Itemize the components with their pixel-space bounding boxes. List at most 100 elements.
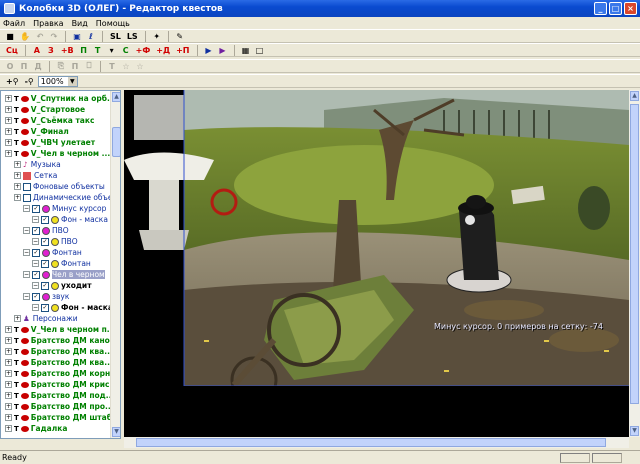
visible-checkbox[interactable]: ✓ [41, 259, 49, 268]
expand-icon[interactable]: + [14, 183, 21, 190]
italic-icon[interactable]: ℓ [85, 30, 97, 42]
tree-item[interactable]: + T Братство ДМ штаб [5, 412, 112, 423]
expand-icon[interactable]: + [5, 117, 12, 124]
expand-icon[interactable]: + [5, 359, 12, 366]
collapse-icon[interactable]: − [32, 216, 39, 223]
tree-item[interactable]: + T Гадалка [5, 423, 67, 434]
tree-item[interactable]: + T Братство ДМ кано... [5, 335, 118, 346]
collapse-icon[interactable]: − [32, 260, 39, 267]
tree-item[interactable]: + T Братство ДМ крис... [5, 379, 118, 390]
t2-button[interactable]: Т [106, 60, 118, 72]
scroll-up-icon[interactable]: ▲ [112, 92, 120, 102]
add-d-button[interactable]: +Д [154, 44, 172, 56]
tree-item[interactable]: + T V_ЧВЧ улетает [5, 137, 95, 148]
add-f-button[interactable]: +Ф [134, 44, 153, 56]
d-button[interactable]: Д [32, 60, 44, 72]
c-button[interactable]: С [120, 44, 132, 56]
p-button[interactable]: П [78, 44, 90, 56]
tree-item[interactable]: + T V_Чел в черном п... [5, 324, 115, 335]
collapse-icon[interactable]: − [32, 282, 39, 289]
tree-item[interactable]: + Динамические объе... [14, 192, 120, 203]
visible-checkbox[interactable]: ✓ [32, 270, 40, 279]
collapse-icon[interactable]: − [23, 249, 30, 256]
tree-item[interactable]: + T Братство ДМ ква... [5, 357, 113, 368]
grid-icon[interactable]: ▦ [240, 44, 252, 56]
tree-item[interactable]: − ✓ Фон - маска [32, 214, 108, 225]
expand-icon[interactable]: + [5, 414, 12, 421]
p2-button[interactable]: П [69, 60, 81, 72]
add-v-button[interactable]: +В [59, 44, 76, 56]
scroll-thumb[interactable] [136, 438, 606, 447]
expand-icon[interactable]: + [5, 425, 12, 432]
ls-button[interactable]: LS [125, 30, 140, 42]
undo-icon[interactable]: ↶ [34, 30, 46, 42]
tree-item[interactable]: + T Братство ДМ корн... [5, 368, 119, 379]
collapse-icon[interactable]: − [32, 238, 39, 245]
tree-item[interactable]: + T Братство ДМ про... [5, 401, 114, 412]
tree-item[interactable]: − ✓ ПВО [23, 225, 69, 236]
play-alt-icon[interactable]: ▶ [217, 44, 229, 56]
tree-item[interactable]: − ✓ Минус курсор [23, 203, 106, 214]
paste-icon[interactable]: ⎕ [83, 60, 95, 72]
collapse-icon[interactable]: − [23, 227, 30, 234]
visible-checkbox[interactable]: ✓ [32, 226, 40, 235]
tree-item[interactable]: + T V_Стартовое [5, 104, 85, 115]
collapse-icon[interactable]: − [23, 293, 30, 300]
copy-icon[interactable]: ⎘ [55, 60, 67, 72]
expand-icon[interactable]: + [5, 403, 12, 410]
scene-tree[interactable]: + T V_Спутник на орб... + T V_Стартовое + T V_Съ… [0, 90, 121, 439]
dropdown-arrow-icon[interactable]: ▾ [106, 44, 118, 56]
expand-icon[interactable]: + [5, 95, 12, 102]
expand-icon[interactable]: + [5, 128, 12, 135]
collapse-icon[interactable]: − [23, 271, 30, 278]
expand-icon[interactable]: + [5, 106, 12, 113]
visible-checkbox[interactable]: ✓ [41, 237, 49, 246]
tree-item[interactable]: − ✓ звук [23, 291, 69, 302]
menu-view[interactable]: Вид [72, 19, 88, 28]
expand-icon[interactable]: + [14, 161, 21, 168]
tree-item[interactable]: + T V_Съёмка такс [5, 115, 94, 126]
visible-checkbox[interactable]: ✓ [32, 204, 40, 213]
tree-item[interactable]: − ✓ Фонтан [23, 247, 82, 258]
scene-render[interactable] [124, 90, 629, 437]
t-button[interactable]: Т [92, 44, 104, 56]
expand-icon[interactable]: + [5, 139, 12, 146]
tree-scrollbar[interactable]: ▲ ▼ [110, 91, 120, 438]
z-button[interactable]: З [45, 44, 57, 56]
scene-viewport[interactable]: Минус курсор. 0 примеров на сетку: -74 [124, 90, 629, 437]
expand-icon[interactable]: + [5, 337, 12, 344]
expand-icon[interactable]: + [5, 392, 12, 399]
redo-icon[interactable]: ↷ [48, 30, 60, 42]
maximize-button[interactable]: □ [609, 2, 622, 15]
tree-item[interactable]: + Фоновые объекты [14, 181, 105, 192]
a-button[interactable]: А [31, 44, 43, 56]
tree-item[interactable]: + T V_Финал [5, 126, 69, 137]
expand-icon[interactable]: + [14, 194, 21, 201]
viewport-horizontal-scrollbar[interactable] [124, 437, 629, 448]
tree-item[interactable]: − ✓ Фонтан [32, 258, 91, 269]
tree-item[interactable]: − ✓ ПВО [32, 236, 78, 247]
menu-file[interactable]: Файл [3, 19, 25, 28]
tree-icon[interactable]: ☆ [120, 60, 132, 72]
expand-icon[interactable]: + [14, 172, 21, 179]
expand-icon[interactable]: + [5, 150, 12, 157]
image-icon[interactable]: ▣ [71, 30, 83, 42]
tree-item[interactable]: + ♟ Персонажи [14, 313, 78, 324]
close-button[interactable]: × [624, 2, 637, 15]
p-small-button[interactable]: П [18, 60, 30, 72]
expand-icon[interactable]: + [5, 326, 12, 333]
expand-icon[interactable]: + [5, 348, 12, 355]
tree2-icon[interactable]: ☆ [134, 60, 146, 72]
menu-edit[interactable]: Правка [33, 19, 63, 28]
menu-help[interactable]: Помощь [96, 19, 130, 28]
scroll-down-icon[interactable]: ▼ [630, 426, 639, 436]
expand-icon[interactable]: + [5, 370, 12, 377]
scene-button[interactable]: Сц [4, 44, 20, 56]
add-p-button[interactable]: +П [174, 44, 191, 56]
tree-item[interactable]: + Сетка [14, 170, 57, 181]
tree-item[interactable]: + T Братство ДМ под... [5, 390, 114, 401]
zoom-select[interactable]: 100% ▼ [37, 75, 78, 87]
select-icon[interactable]: □ [254, 44, 266, 56]
visible-checkbox[interactable]: ✓ [32, 248, 40, 257]
zoom-out-icon[interactable]: -⚲ [23, 75, 36, 87]
